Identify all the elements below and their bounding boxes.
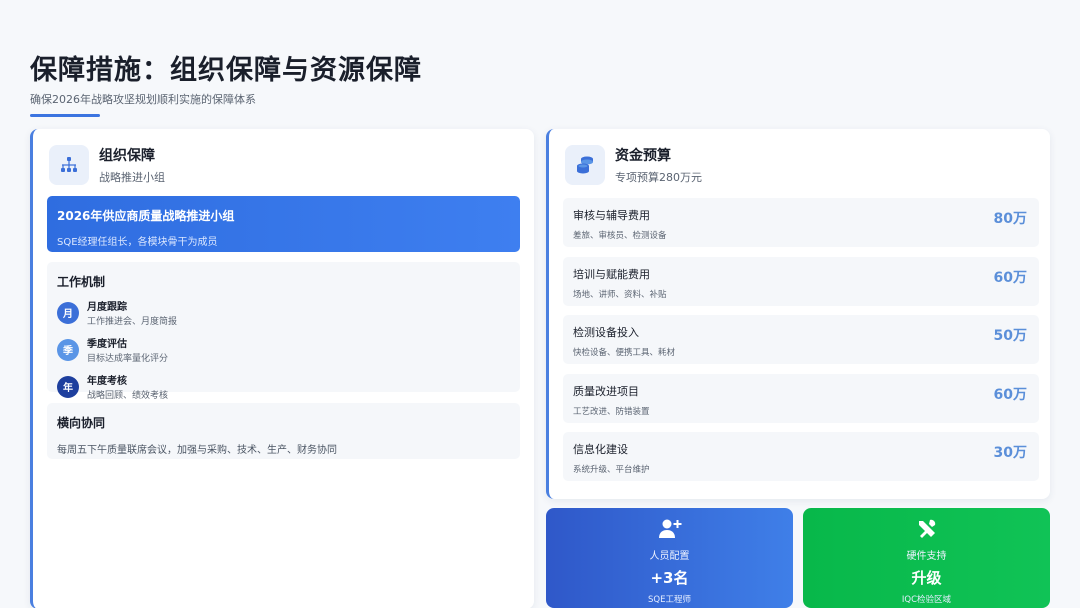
mechanism-name: 季度评估 [87,339,127,350]
coins-stack-icon [565,145,605,185]
budget-item-desc: 差旅、审核员、检测设备 [573,231,667,241]
work-mechanism-title: 工作机制 [57,275,106,289]
budget-item-amount: 30万 [993,445,1027,461]
staff-value: +3名 [650,569,689,587]
budget-item-name: 质量改进项目 [573,384,639,398]
org-chart-icon [49,145,89,185]
budget-item-amount: 60万 [993,269,1027,286]
budget-item-desc: 工艺改进、防错装置 [573,406,650,417]
budget-item: 检测设备投入 快检设备、便携工具、耗材 50万 [563,315,1039,364]
budget-title: 资金预算 [615,148,671,164]
strategy-group-banner: 2026年供应商质量战略推进小组 SQE经理任组长，各模块骨干为成员 [47,196,520,252]
budget-item-name: 信息化建设 [573,443,628,456]
budget-card: 资金预算 专项预算280万元 审核与辅导费用 差旅、审核员、检测设备 80万 培… [546,129,1050,499]
horizontal-coordination-panel: 横向协同 每周五下午质量联席会议，加强与采购、技术、生产、财务协同 [47,403,520,459]
staff-label: 人员配置 [649,551,690,562]
budget-item: 审核与辅导费用 差旅、审核员、检测设备 80万 [563,198,1039,247]
budget-item-desc: 快检设备、便携工具、耗材 [573,348,676,358]
staff-sub: SQE工程师 [648,595,691,605]
tools-icon [803,518,1050,542]
hardware-tile: 硬件支持 升级 IQC检验区域 [803,508,1050,608]
budget-item: 培训与赋能费用 场地、讲师、资料、补贴 60万 [563,256,1039,306]
add-user-icon [546,518,793,542]
budget-item-amount: 50万 [993,328,1027,344]
budget-item-desc: 场地、讲师、资料、补贴 [573,289,667,300]
page-title: 保障措施：组织保障与资源保障 [30,55,422,86]
mechanism-item-quarterly: 季 季度评估 目标达成率量化评分 [57,335,510,364]
hardware-sub: IQC检验区域 [901,595,952,605]
hardware-label: 硬件支持 [906,551,947,562]
annual-badge: 年 [57,375,79,398]
mechanism-item-monthly: 月 月度跟踪 工作推进会、月度简报 [57,298,510,327]
budget-item-desc: 系统升级、平台维护 [573,465,650,475]
work-mechanism-panel: 工作机制 月 月度跟踪 工作推进会、月度简报 季 季度评估 目标达成率量化评分 … [47,262,520,401]
organization-card: 组织保障 战略推进小组 2026年供应商质量战略推进小组 SQE经理任组长，各模… [30,129,534,608]
budget-list: 审核与辅导费用 差旅、审核员、检测设备 80万 培训与赋能费用 场地、讲师、资料… [563,198,1039,491]
organization-subtitle: 战略推进小组 [99,171,165,184]
title-underline [30,114,100,117]
budget-item-name: 检测设备投入 [573,326,639,339]
budget-item: 质量改进项目 工艺改进、防错装置 60万 [563,373,1039,423]
hardware-value: 升级 [911,569,942,587]
staff-tile: 人员配置 +3名 SQE工程师 [546,508,793,608]
horizontal-coordination-desc: 每周五下午质量联席会议，加强与采购、技术、生产、财务协同 [57,445,337,456]
banner-title: 2026年供应商质量战略推进小组 [57,209,235,223]
budget-item: 信息化建设 系统升级、平台维护 30万 [563,432,1039,481]
organization-title: 组织保障 [99,148,155,164]
budget-item-amount: 80万 [993,211,1027,227]
quarterly-badge: 季 [57,338,79,361]
mechanism-name: 年度考核 [87,376,127,387]
mechanism-desc: 工作推进会、月度简报 [87,317,178,327]
budget-item-name: 审核与辅导费用 [573,209,650,222]
budget-item-amount: 60万 [993,386,1027,403]
budget-card-header: 资金预算 专项预算280万元 [565,144,702,186]
banner-subtitle: SQE经理任组长，各模块骨干为成员 [57,237,218,248]
mechanism-desc: 目标达成率量化评分 [87,354,169,364]
mechanism-name: 月度跟踪 [87,302,127,313]
monthly-badge: 月 [57,301,79,324]
organization-card-header: 组织保障 战略推进小组 [49,144,165,186]
mechanism-item-annual: 年 年度考核 战略回顾、绩效考核 [57,372,510,401]
budget-subtitle: 专项预算280万元 [615,171,702,184]
budget-item-name: 培训与赋能费用 [573,267,650,281]
horizontal-coordination-title: 横向协同 [57,416,106,430]
mechanism-desc: 战略回顾、绩效考核 [87,391,169,401]
page-subtitle: 确保2026年战略攻坚规划顺利实施的保障体系 [30,93,256,106]
